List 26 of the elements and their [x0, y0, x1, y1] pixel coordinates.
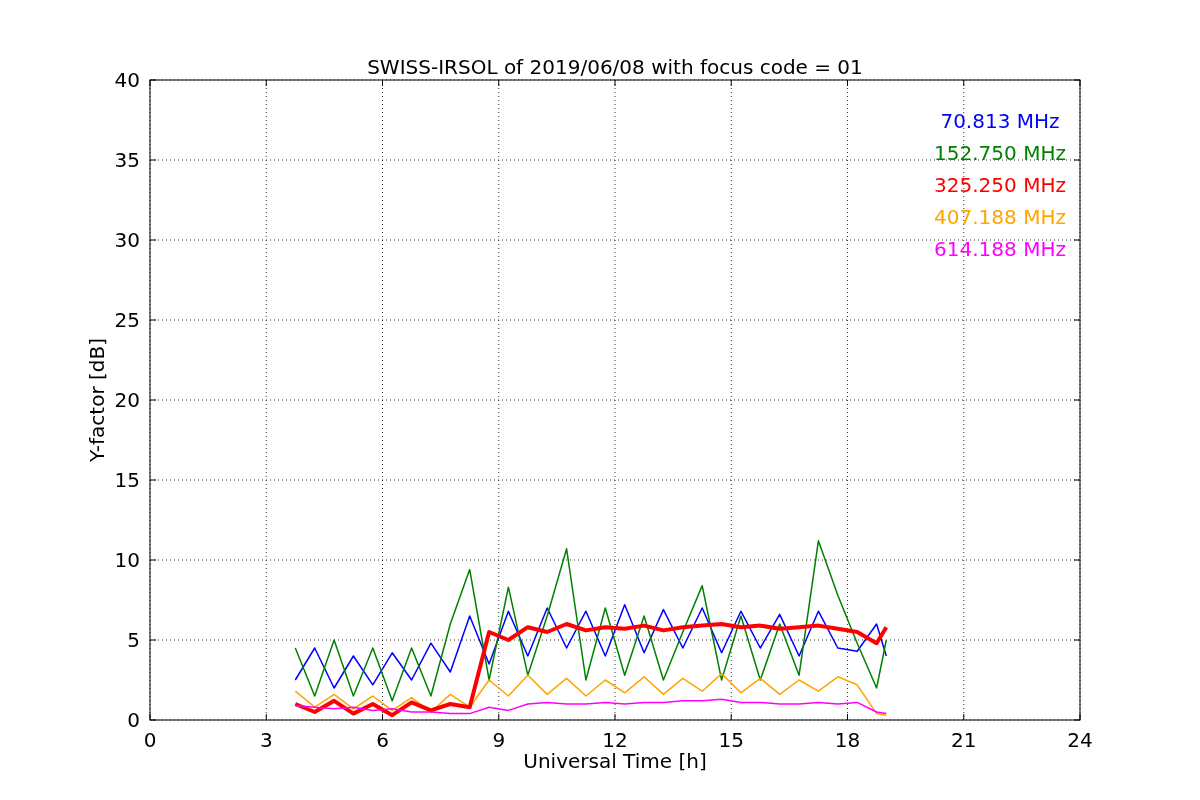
legend-label: 325.250 MHz	[934, 173, 1066, 197]
legend-label: 70.813 MHz	[940, 109, 1060, 133]
axis-tick-label: 12	[602, 728, 628, 752]
axis-tick-label: 15	[114, 468, 140, 492]
axis-tick-label: 5	[127, 628, 140, 652]
axis-tick-label: 20	[114, 388, 140, 412]
legend-label: 152.750 MHz	[934, 141, 1066, 165]
axis-tick-label: 10	[114, 548, 140, 572]
axis-tick-label: 15	[718, 728, 744, 752]
chart-title: SWISS-IRSOL of 2019/06/08 with focus code = 01	[367, 55, 863, 79]
legend-label: 407.188 MHz	[934, 205, 1066, 229]
axis-tick-label: 18	[834, 728, 861, 752]
axis-tick-label: 6	[376, 728, 389, 752]
axis-tick-label: 3	[259, 728, 273, 752]
axis-tick-label: 40	[114, 68, 140, 92]
axis-tick-label: 30	[114, 228, 140, 252]
axis-label: Y-factor [dB]	[85, 338, 109, 462]
axis-tick-label: 25	[114, 308, 140, 332]
axis-tick-label: 35	[114, 148, 140, 172]
axis-label: Universal Time [h]	[523, 749, 707, 773]
axis-tick-label: 21	[951, 728, 977, 752]
axis-tick-label: 0	[127, 708, 140, 732]
axis-tick-label: 0	[143, 728, 157, 752]
axis-tick-label: 9	[492, 728, 506, 752]
axis-tick-label: 24	[1067, 728, 1093, 752]
legend-label: 614.188 MHz	[934, 237, 1066, 261]
